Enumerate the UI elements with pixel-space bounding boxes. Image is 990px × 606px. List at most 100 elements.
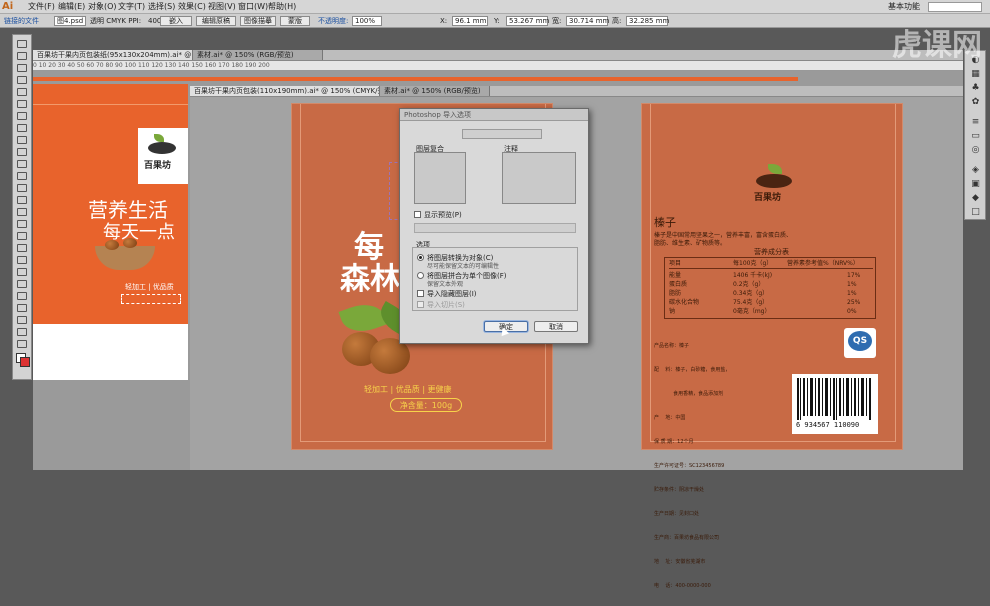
- mask-button[interactable]: 蒙版: [280, 16, 310, 26]
- pencil-tool-icon[interactable]: [15, 147, 29, 156]
- tag-2: 优品质: [152, 283, 174, 291]
- menu-edit[interactable]: 编辑(E): [58, 0, 85, 14]
- convert-layers-radio[interactable]: [417, 254, 424, 261]
- flatten-layers-radio[interactable]: [417, 272, 424, 279]
- show-preview-checkbox[interactable]: [414, 211, 421, 218]
- width-field[interactable]: 30.714 mm: [566, 16, 609, 26]
- brand-name: 百果坊: [144, 161, 172, 171]
- blend-tool-icon[interactable]: [15, 279, 29, 288]
- info-line: 电 话：400-0000-000: [654, 583, 711, 589]
- brand-logo-box: 百果坊: [138, 128, 188, 184]
- artboard-tool-icon[interactable]: [15, 315, 29, 324]
- edit-original-button[interactable]: 编辑原稿: [196, 16, 236, 26]
- height-field[interactable]: 32.285 mm: [626, 16, 669, 26]
- menu-view[interactable]: 视图(V): [208, 0, 236, 14]
- front-tagline: 轻加工 | 优品质 | 更健康: [364, 385, 452, 394]
- paintbrush-tool-icon[interactable]: [15, 135, 29, 144]
- tab-packaging-front[interactable]: 百果坊干果内页包装(110x190mm).ai* @ 150% (CMYK/预览…: [190, 86, 380, 96]
- selection-tool-icon[interactable]: [15, 39, 29, 48]
- import-hidden-checkbox[interactable]: [417, 290, 424, 297]
- image-trace-button[interactable]: 图像描摹: [240, 16, 276, 26]
- y-field[interactable]: 53.267 mm: [506, 16, 549, 26]
- x-field[interactable]: 96.1 mm: [452, 16, 488, 26]
- menu-help[interactable]: 帮助(H): [268, 0, 296, 14]
- rectangle-tool-icon[interactable]: [15, 123, 29, 132]
- shape-builder-tool-icon[interactable]: [15, 219, 29, 228]
- menu-window[interactable]: 窗口(W): [238, 0, 268, 14]
- cancel-button[interactable]: 取消: [534, 321, 578, 332]
- tab-packaging-back[interactable]: 百果坊干果内页包装纸(95x130x204mm).ai* @ 66.67% (C…: [33, 50, 193, 60]
- menu-type[interactable]: 文字(T): [118, 0, 145, 14]
- tab-material-front[interactable]: 素材.ai* @ 150% (RGB/预览): [380, 86, 490, 96]
- eraser-tool-icon[interactable]: [15, 159, 29, 168]
- graphic-styles-panel-icon[interactable]: ▣: [969, 179, 982, 189]
- type-tool-icon[interactable]: [15, 99, 29, 108]
- flatten-layers-sub: 保留文本外观: [427, 281, 464, 288]
- menu-select[interactable]: 选择(S): [148, 0, 175, 14]
- preset-dropdown[interactable]: [462, 129, 542, 139]
- brushes-panel-icon[interactable]: ♣: [969, 83, 982, 93]
- mesh-tool-icon[interactable]: [15, 243, 29, 252]
- convert-layers-sub: 尽可能保留文本的可编辑性: [427, 263, 500, 270]
- graph-tool-icon[interactable]: [15, 303, 29, 312]
- horizontal-ruler: 0 10 20 30 40 50 60 70 80 90 100 110 120…: [33, 61, 963, 71]
- menu-file[interactable]: 文件(F): [28, 0, 55, 14]
- layer-comp-list[interactable]: [414, 152, 466, 204]
- stroke-swatch[interactable]: [20, 357, 30, 367]
- menu-object[interactable]: 对象(O): [88, 0, 117, 14]
- header-nrv: 营养素参考值%（NRV%）: [787, 260, 859, 267]
- menu-bar: Ai 文件(F) 编辑(E) 对象(O) 文字(T) 选择(S) 效果(C) 视…: [0, 0, 990, 14]
- logo-leaf-icon: [154, 134, 164, 142]
- opacity-label[interactable]: 不透明度:: [318, 14, 348, 28]
- transparency-panel-icon[interactable]: ◎: [969, 145, 982, 155]
- direct-selection-tool-icon[interactable]: [15, 51, 29, 60]
- symbol-sprayer-tool-icon[interactable]: [15, 291, 29, 300]
- control-bar: 链接的文件 图4.psd 透明 CMYK PPI: 400 嵌入 编辑原稿 图像…: [0, 14, 990, 28]
- magic-wand-tool-icon[interactable]: [15, 63, 29, 72]
- w-label: 宽:: [552, 17, 562, 25]
- table-row: 钠 0毫克（mg） 0%: [669, 306, 873, 317]
- photoshop-import-dialog: Photoshop 导入选项 图层复合 注释 显示预览(P) 选项 将图层转换为…: [399, 108, 589, 344]
- embed-button[interactable]: 嵌入: [160, 16, 192, 26]
- symbols-panel-icon[interactable]: ✿: [969, 97, 982, 107]
- free-transform-tool-icon[interactable]: [15, 207, 29, 216]
- search-input[interactable]: [928, 2, 982, 12]
- linked-file-label[interactable]: 链接的文件: [4, 14, 39, 28]
- import-slices-checkbox[interactable]: [417, 301, 424, 308]
- width-tool-icon[interactable]: [15, 195, 29, 204]
- tab-strip-back: 百果坊干果内页包装纸(95x130x204mm).ai* @ 66.67% (C…: [33, 50, 963, 61]
- file-name-field[interactable]: 图4.psd: [54, 16, 86, 26]
- stroke-panel-icon[interactable]: ≡: [969, 117, 982, 127]
- info-line: 生产日期：见封口处: [654, 511, 700, 517]
- options-group: 将图层转换为对象(C) 尽可能保留文本的可编辑性 将图层拼合为单个图像(F) 保…: [412, 247, 578, 311]
- workspace-switcher[interactable]: 基本功能: [888, 0, 920, 14]
- info-line: 生产商：百果坊食品有限公司: [654, 535, 720, 541]
- h-label: 高:: [612, 17, 622, 25]
- layers-panel-icon[interactable]: ◆: [969, 193, 982, 203]
- row-nrv: 0%: [847, 308, 857, 315]
- scale-tool-icon[interactable]: [15, 183, 29, 192]
- nutrition-title: 营养成分表: [754, 248, 789, 256]
- info-line: 生产许可证号：SC123456789: [654, 463, 725, 469]
- gradient-panel-icon[interactable]: ▭: [969, 131, 982, 141]
- tab-material-back[interactable]: 素材.ai* @ 150% (RGB/预览): [193, 50, 323, 60]
- line-tool-icon[interactable]: [15, 111, 29, 120]
- perspective-grid-tool-icon[interactable]: [15, 231, 29, 240]
- lasso-tool-icon[interactable]: [15, 75, 29, 84]
- selected-object[interactable]: [121, 294, 181, 304]
- zoom-tool-icon[interactable]: [15, 339, 29, 348]
- opacity-field[interactable]: 100%: [352, 16, 382, 26]
- info-line: 保 质 期：12个月: [654, 439, 694, 445]
- gradient-tool-icon[interactable]: [15, 255, 29, 264]
- eyedropper-tool-icon[interactable]: [15, 267, 29, 276]
- product-desc-2: 脂肪、维生素、矿物质等。: [654, 240, 727, 247]
- appearance-panel-icon[interactable]: ◈: [969, 165, 982, 175]
- pen-tool-icon[interactable]: [15, 87, 29, 96]
- product-name: 榛子: [654, 216, 676, 229]
- swatches-panel-icon[interactable]: ▦: [969, 69, 982, 79]
- menu-effect[interactable]: 效果(C): [178, 0, 206, 14]
- hand-tool-icon[interactable]: [15, 327, 29, 336]
- left-package: 百果坊 营养生活 每天一点 轻加工 | 优品质: [33, 84, 188, 324]
- rotate-tool-icon[interactable]: [15, 171, 29, 180]
- artboards-panel-icon[interactable]: □: [969, 207, 982, 217]
